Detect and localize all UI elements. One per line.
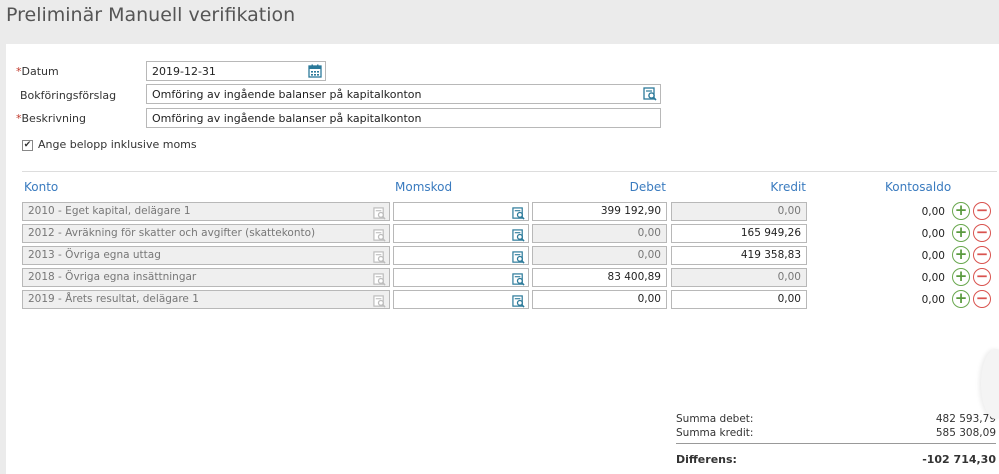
minus-circle-icon[interactable]: −: [973, 202, 991, 220]
kontosaldo-value: 0,00: [921, 206, 945, 218]
search-list-icon[interactable]: [373, 271, 386, 290]
momskod-input[interactable]: [393, 268, 529, 287]
plus-circle-icon[interactable]: +: [952, 224, 970, 242]
debet-input[interactable]: 0,00: [532, 246, 667, 265]
page-title: Preliminär Manuell verifikation: [6, 4, 296, 26]
differens-label: Differens:: [676, 453, 737, 466]
datum-input[interactable]: 2019-12-31: [146, 61, 326, 81]
momskod-input[interactable]: [393, 290, 529, 309]
column-header-konto: Konto: [24, 180, 59, 194]
momskod-input[interactable]: [393, 224, 529, 243]
kredit-input[interactable]: 0,00: [671, 268, 807, 287]
search-list-icon[interactable]: [512, 249, 525, 268]
kredit-input[interactable]: 419 358,83: [671, 246, 807, 265]
search-list-icon[interactable]: [373, 205, 386, 224]
search-list-icon[interactable]: [373, 227, 386, 246]
minus-circle-icon[interactable]: −: [973, 290, 991, 308]
summa-kredit-label: Summa kredit:: [676, 427, 754, 439]
konto-cell[interactable]: 2013 - Övriga egna uttag: [22, 246, 390, 265]
konto-cell[interactable]: 2019 - Årets resultat, delägare 1: [22, 290, 390, 309]
inkl-moms-label: Ange belopp inklusive moms: [38, 138, 197, 151]
search-list-icon[interactable]: [512, 205, 525, 224]
debet-input[interactable]: 0,00: [532, 290, 667, 309]
kontosaldo-value: 0,00: [921, 228, 945, 240]
datum-label: *Datum: [16, 65, 59, 78]
konto-cell[interactable]: 2012 - Avräkning för skatter och avgifte…: [22, 224, 390, 243]
calendar-icon[interactable]: [308, 64, 322, 78]
bokforingsforslag-input[interactable]: Omföring av ingående balanser på kapital…: [146, 84, 661, 104]
plus-circle-icon[interactable]: +: [952, 246, 970, 264]
kontosaldo-value: 0,00: [921, 294, 945, 306]
search-list-icon[interactable]: [512, 293, 525, 312]
column-header-kredit: Kredit: [770, 180, 806, 194]
minus-circle-icon[interactable]: −: [973, 246, 991, 264]
debet-input[interactable]: 0,00: [532, 224, 667, 243]
beskrivning-input[interactable]: Omföring av ingående balanser på kapital…: [146, 108, 661, 128]
minus-circle-icon[interactable]: −: [973, 224, 991, 242]
search-list-icon[interactable]: [512, 271, 525, 290]
summa-debet-label: Summa debet:: [676, 413, 754, 425]
minus-circle-icon[interactable]: −: [973, 268, 991, 286]
column-header-kontosaldo: Kontosaldo: [885, 180, 952, 194]
differens-value: -102 714,30: [922, 453, 996, 466]
plus-circle-icon[interactable]: +: [952, 202, 970, 220]
column-header-debet: Debet: [629, 180, 666, 194]
inkl-moms-checkbox[interactable]: ✔: [22, 140, 33, 151]
kredit-input[interactable]: 0,00: [671, 202, 807, 221]
search-list-icon[interactable]: [512, 227, 525, 246]
search-list-icon[interactable]: [373, 293, 386, 312]
search-list-icon[interactable]: [373, 249, 386, 268]
plus-circle-icon[interactable]: +: [952, 290, 970, 308]
search-list-icon[interactable]: [643, 87, 657, 101]
kredit-input[interactable]: 0,00: [671, 290, 807, 309]
konto-cell[interactable]: 2010 - Eget kapital, delägare 1: [22, 202, 390, 221]
debet-input[interactable]: 399 192,90: [532, 202, 667, 221]
kontosaldo-value: 0,00: [921, 250, 945, 262]
kontosaldo-value: 0,00: [921, 272, 945, 284]
plus-circle-icon[interactable]: +: [952, 268, 970, 286]
kredit-input[interactable]: 165 949,26: [671, 224, 807, 243]
verification-form-panel: *Datum 2019-12-31 Bokföringsförslag Omfö…: [6, 44, 999, 474]
bokforingsforslag-label: Bokföringsförslag: [20, 89, 117, 102]
konto-cell[interactable]: 2018 - Övriga egna insättningar: [22, 268, 390, 287]
debet-input[interactable]: 83 400,89: [532, 268, 667, 287]
beskrivning-label: *Beskrivning: [16, 112, 86, 125]
summa-kredit-value: 585 308,09: [935, 427, 996, 439]
section-divider: [22, 171, 997, 172]
side-panel-handle[interactable]: [981, 349, 999, 419]
momskod-input[interactable]: [393, 202, 529, 221]
momskod-input[interactable]: [393, 246, 529, 265]
column-header-momskod: Momskod: [395, 180, 453, 194]
summa-debet-value: 482 593,79: [935, 413, 996, 425]
summary-divider: [676, 443, 996, 444]
